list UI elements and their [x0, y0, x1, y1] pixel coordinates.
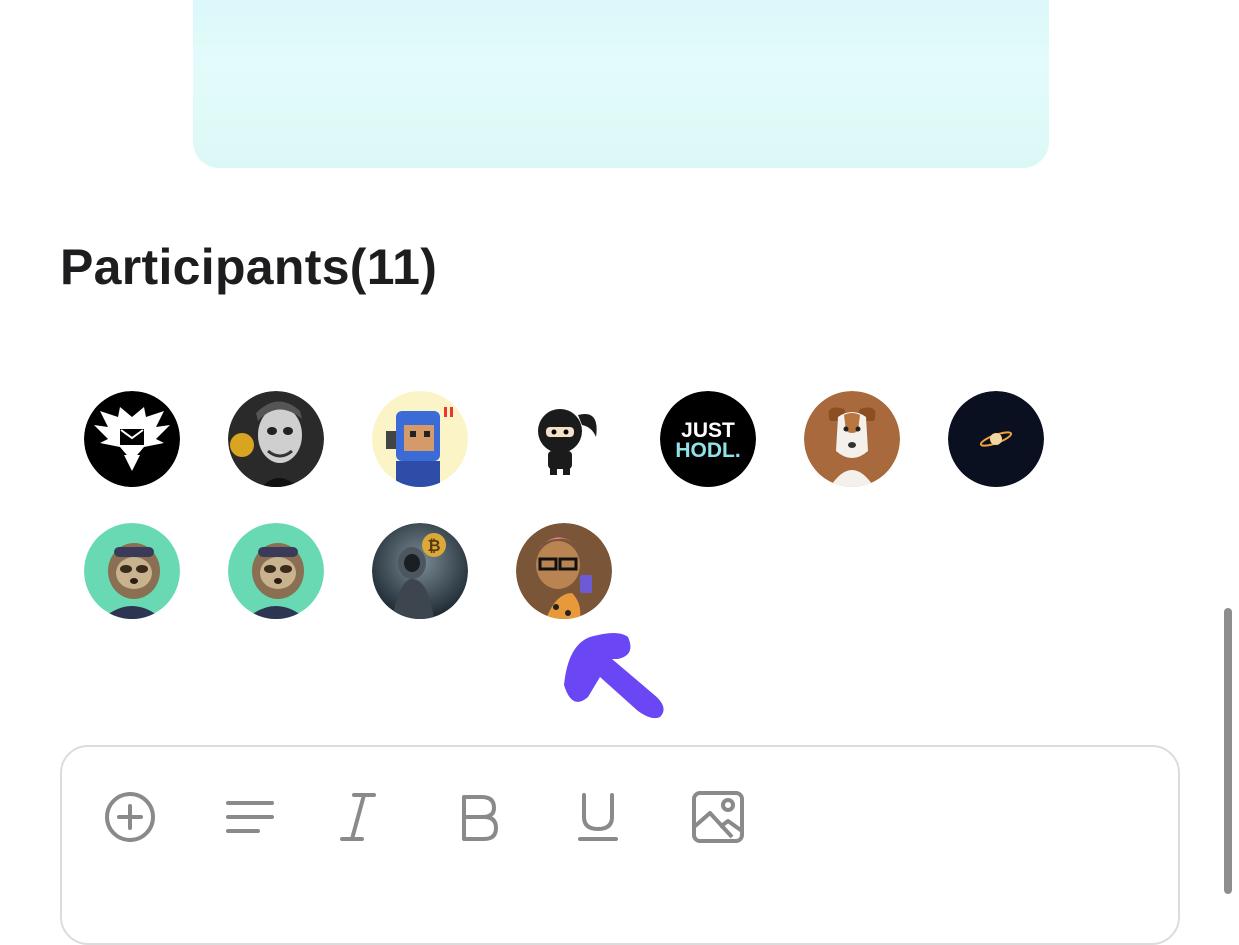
logo-glyph: [564, 633, 664, 719]
add-button[interactable]: [100, 787, 160, 847]
align-icon: [226, 801, 274, 833]
avatar-pixel-astronaut[interactable]: [372, 391, 468, 487]
underline-button[interactable]: [568, 787, 628, 847]
bold-icon: [462, 795, 498, 841]
italic-button[interactable]: [328, 787, 388, 847]
avatar-pink-hair-character[interactable]: [516, 523, 612, 619]
bold-button[interactable]: [448, 787, 508, 847]
avatar-joker[interactable]: [228, 391, 324, 487]
avatar-sloth-1[interactable]: [84, 523, 180, 619]
banner-image: [193, 0, 1049, 168]
image-button[interactable]: [688, 787, 748, 847]
italic-icon: [340, 793, 376, 841]
comment-editor[interactable]: [60, 745, 1180, 945]
participants-title: Participants(11): [60, 239, 438, 295]
avatar-bitcoin-astronaut[interactable]: ₿: [372, 523, 468, 619]
scrollbar[interactable]: [1224, 608, 1232, 894]
avatar-just-hodl[interactable]: JUST HODL.: [660, 391, 756, 487]
svg-text:HODL.: HODL.: [675, 439, 740, 462]
underline-icon: [578, 793, 618, 841]
add-icon: [105, 792, 155, 842]
bitcoin-symbol: ₿: [427, 537, 440, 555]
image-icon: [692, 791, 744, 843]
avatar-dog[interactable]: [804, 391, 900, 487]
avatar-eagle-emblem[interactable]: [84, 391, 180, 487]
avatar-sloth-2[interactable]: [228, 523, 324, 619]
avatar-ninja[interactable]: [516, 391, 612, 487]
align-button[interactable]: [220, 787, 280, 847]
avatar-planet[interactable]: [948, 391, 1044, 487]
